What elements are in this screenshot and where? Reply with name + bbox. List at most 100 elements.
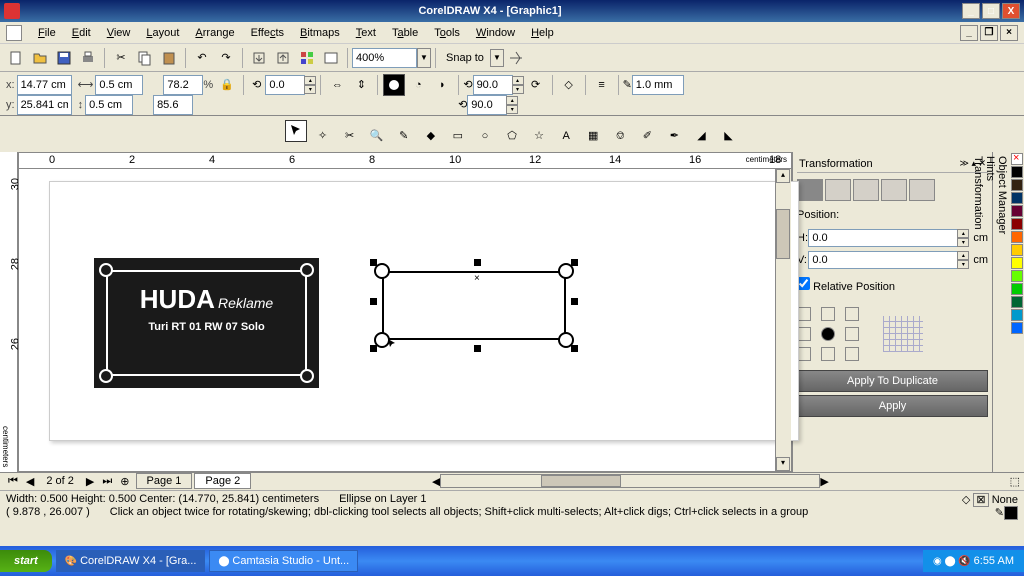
snap-label[interactable]: Snap to <box>446 52 484 64</box>
print-button[interactable] <box>77 47 99 69</box>
w-input[interactable] <box>95 75 143 95</box>
menu-effects[interactable]: Effects <box>243 27 292 39</box>
anchor-grid[interactable] <box>797 307 863 361</box>
canvas[interactable]: 0 2 4 6 8 10 12 14 16 18 centimeters HUD… <box>18 152 792 472</box>
r2-input[interactable] <box>467 95 507 115</box>
task-camtasia[interactable]: ⬤ Camtasia Studio - Unt... <box>209 550 358 572</box>
outline-tool[interactable]: ✒ <box>663 125 685 147</box>
rot-input[interactable] <box>265 75 305 95</box>
shapes-tool[interactable]: ☆ <box>528 125 550 147</box>
menu-view[interactable]: View <box>99 27 139 39</box>
menu-layout[interactable]: Layout <box>138 27 187 39</box>
lock-icon[interactable]: 🔒 <box>216 74 238 96</box>
selected-object[interactable]: × <box>374 263 574 348</box>
prev-page[interactable]: ◀ <box>22 475 38 488</box>
eyedrop-tool[interactable]: ✐ <box>636 125 658 147</box>
page-count: 2 of 2 <box>38 475 82 487</box>
freehand-tool[interactable]: ✎ <box>393 125 415 147</box>
scale-tab[interactable] <box>853 179 879 201</box>
page2-tab[interactable]: Page 2 <box>194 473 251 489</box>
undo-button[interactable]: ↶ <box>191 47 213 69</box>
size-tab[interactable] <box>881 179 907 201</box>
last-page[interactable]: ⏭ <box>98 475 116 488</box>
hscrollbar[interactable]: ◀▶ <box>261 474 999 488</box>
menu-arrange[interactable]: Arrange <box>187 27 242 39</box>
open-button[interactable] <box>29 47 51 69</box>
copy-button[interactable] <box>134 47 156 69</box>
first-page[interactable]: ⏮ <box>4 475 22 488</box>
outline-input[interactable] <box>632 75 684 95</box>
smart-fill[interactable]: ◆ <box>420 125 442 147</box>
welcome-button[interactable] <box>320 47 342 69</box>
new-button[interactable] <box>5 47 27 69</box>
mirror-v[interactable]: ⇕ <box>350 74 372 96</box>
text-tool[interactable]: A <box>555 125 577 147</box>
task-coreldraw[interactable]: 🎨 CorelDRAW X4 - [Gra... <box>56 550 206 572</box>
wrap-button[interactable]: ≡ <box>591 74 613 96</box>
arc-button[interactable]: ◔ <box>407 74 429 96</box>
zoom-dropdown[interactable]: ▼ <box>352 48 431 68</box>
zoom-tool[interactable]: 🔍 <box>366 125 388 147</box>
redo-button[interactable]: ↷ <box>215 47 237 69</box>
page1-tab[interactable]: Page 1 <box>136 473 193 489</box>
add-page[interactable]: ⊕ <box>116 475 133 488</box>
x-input[interactable] <box>17 75 72 95</box>
shape-tool[interactable]: ✧ <box>312 125 334 147</box>
pie-button[interactable] <box>383 74 405 96</box>
apply-button[interactable]: Apply <box>797 395 988 417</box>
menu-table[interactable]: Table <box>384 27 426 39</box>
next-page[interactable]: ▶ <box>82 475 98 488</box>
clockwise-icon[interactable]: ⟳ <box>525 74 547 96</box>
mdi-close[interactable]: × <box>1000 25 1018 41</box>
rect-tool[interactable]: ▭ <box>447 125 469 147</box>
zoom-input[interactable] <box>352 48 417 68</box>
docker-tabs[interactable]: Object Manager Hints Transformation <box>992 152 1010 472</box>
ellipse-tool[interactable]: ○ <box>474 125 496 147</box>
menu-edit[interactable]: Edit <box>64 27 99 39</box>
arc2-button[interactable]: ◗ <box>431 74 453 96</box>
apply-duplicate-button[interactable]: Apply To Duplicate <box>797 370 988 392</box>
cut-button[interactable]: ✂ <box>110 47 132 69</box>
minimize-button[interactable]: _ <box>962 3 980 19</box>
menu-bitmaps[interactable]: Bitmaps <box>292 27 348 39</box>
options-button[interactable] <box>505 47 527 69</box>
maximize-button[interactable]: □ <box>982 3 1000 19</box>
sy-input[interactable] <box>153 95 193 115</box>
system-tray[interactable]: ◉ ⬤ 🔇 6:55 AM <box>923 550 1024 572</box>
mirror-h[interactable]: ⇔ <box>326 74 348 96</box>
color-palette[interactable]: × <box>1010 152 1024 472</box>
paste-button[interactable] <box>158 47 180 69</box>
blend-tool[interactable]: ⎊ <box>609 126 631 148</box>
mdi-minimize[interactable]: _ <box>960 25 978 41</box>
rotate-tab[interactable] <box>825 179 851 201</box>
app-launcher[interactable] <box>296 47 318 69</box>
export-button[interactable] <box>272 47 294 69</box>
menu-file[interactable]: File <box>30 27 64 39</box>
menu-text[interactable]: Text <box>348 27 384 39</box>
start-button[interactable]: start <box>0 550 52 572</box>
crop-tool[interactable]: ✂ <box>339 125 361 147</box>
fill-tool[interactable]: ◢ <box>690 125 712 147</box>
r1-input[interactable] <box>473 75 513 95</box>
menu-window[interactable]: Window <box>468 27 523 39</box>
polygon-tool[interactable]: ⬠ <box>501 125 523 147</box>
position-tab[interactable] <box>797 179 823 201</box>
convert-button[interactable]: ◇ <box>558 74 580 96</box>
skew-tab[interactable] <box>909 179 935 201</box>
sx-input[interactable] <box>163 75 203 95</box>
menu-help[interactable]: Help <box>523 27 562 39</box>
table-tool[interactable]: ▦ <box>582 125 604 147</box>
h-pos-input[interactable] <box>808 229 958 247</box>
h-input[interactable] <box>85 95 133 115</box>
vscrollbar[interactable]: ▴ ▾ <box>775 169 791 471</box>
mdi-restore[interactable]: ❐ <box>980 25 998 41</box>
save-button[interactable] <box>53 47 75 69</box>
menu-tools[interactable]: Tools <box>426 27 468 39</box>
y-input[interactable] <box>17 95 72 115</box>
close-button[interactable]: X <box>1002 3 1020 19</box>
interactive-fill[interactable]: ◣ <box>718 125 740 147</box>
pick-tool[interactable] <box>285 120 307 142</box>
v-pos-input[interactable] <box>808 251 958 269</box>
import-button[interactable] <box>248 47 270 69</box>
business-card[interactable]: HUDA Reklame Turi RT 01 RW 07 Solo <box>94 258 319 388</box>
